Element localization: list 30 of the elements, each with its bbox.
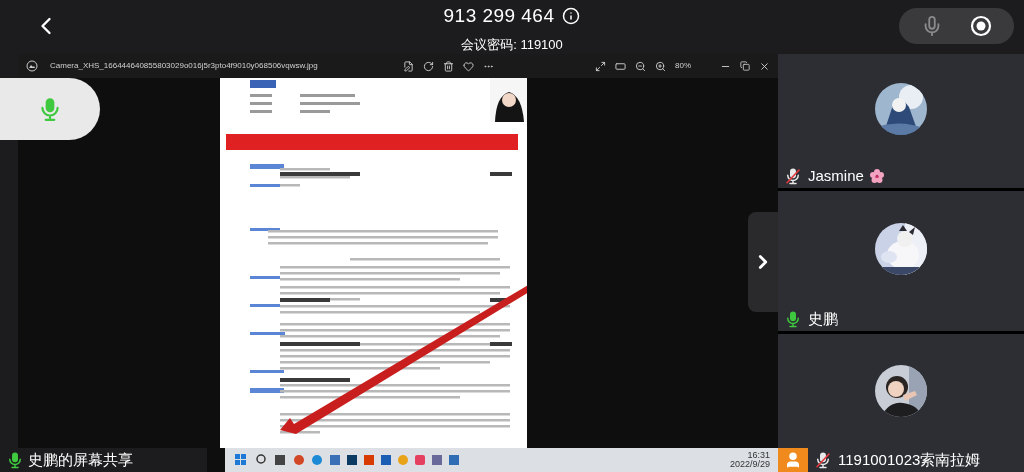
zoom-level: 80%: [675, 60, 691, 72]
participant-name: 史鹏: [808, 308, 838, 329]
participant-tile[interactable]: 1191001023索南拉姆: [778, 334, 1024, 472]
taskbar-time: 16:31: [747, 451, 770, 460]
participant-tile[interactable]: 史鹏: [778, 191, 1024, 331]
self-mic-panel[interactable]: [0, 78, 100, 140]
sharer-name: 史鹏的屏幕共享: [28, 449, 133, 470]
info-icon[interactable]: [562, 7, 581, 26]
mic-icon: [6, 451, 24, 469]
meeting-password: 会议密码: 119100: [461, 35, 563, 54]
participant-tile[interactable]: Jasmine: [778, 54, 1024, 188]
flower-icon: [869, 169, 884, 183]
close-icon[interactable]: [759, 60, 770, 72]
fullscreen-icon[interactable]: [595, 60, 606, 72]
heart-icon[interactable]: [462, 60, 474, 72]
rotate-icon[interactable]: [422, 60, 434, 72]
fit-icon[interactable]: [615, 60, 626, 72]
meeting-number: 913 299 464: [443, 4, 555, 28]
file-name: Camera_XHS_166444640855803029o016j5r3pto4f9010y068506vqwsw.jpg: [50, 60, 318, 72]
zoom-in-icon[interactable]: [655, 60, 666, 72]
edit-icon[interactable]: [402, 60, 414, 72]
person-icon: [784, 451, 802, 469]
taskbar-date: 2022/9/29: [729, 460, 770, 469]
photo-app-icon: [26, 60, 38, 72]
delete-icon[interactable]: [442, 60, 454, 72]
zoom-out-icon[interactable]: [635, 60, 646, 72]
record-icon[interactable]: [970, 15, 993, 37]
participant-name: Jasmine: [808, 165, 864, 186]
participant-name: 1191001023索南拉姆: [838, 449, 981, 470]
restore-icon[interactable]: [740, 61, 750, 71]
